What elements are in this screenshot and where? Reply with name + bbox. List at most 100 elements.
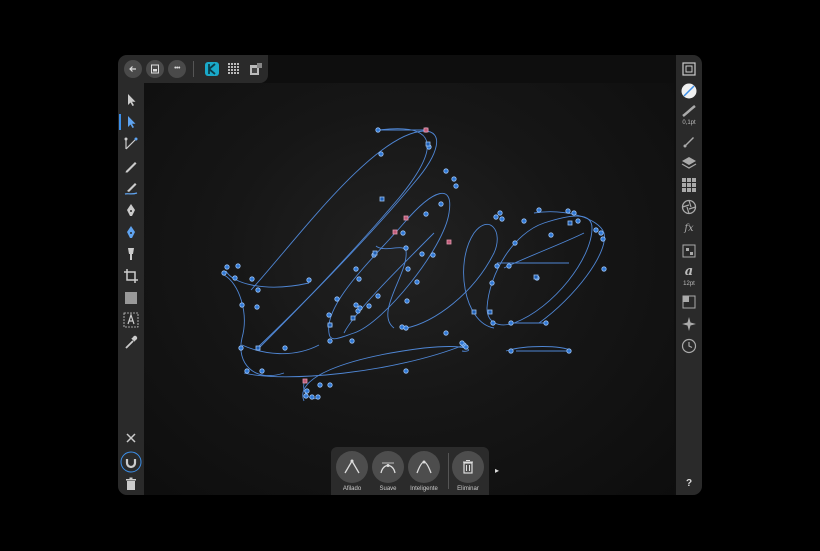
navigator-icon (682, 62, 696, 76)
context-more-arrow[interactable]: ▸ (495, 466, 499, 475)
vector-brush-tool-button[interactable] (122, 179, 140, 197)
compass-icon (682, 317, 696, 331)
rectangle-tool-icon (125, 292, 137, 304)
more-button[interactable]: ••• (168, 60, 186, 78)
crop-tool-icon (124, 269, 138, 283)
assets-button[interactable] (680, 176, 698, 194)
artistic-text-tool-button[interactable] (122, 311, 140, 329)
smart-node-icon (416, 460, 432, 474)
vector-artwork[interactable] (144, 83, 674, 495)
move-tool-button[interactable] (122, 91, 140, 109)
node-tool-button[interactable] (119, 113, 140, 131)
crop-tool-button[interactable] (122, 267, 140, 285)
context-toolbar: Afilado Suave Inteligente Eliminar (331, 447, 489, 495)
corner-tool-icon (124, 137, 138, 150)
document-icon (151, 64, 159, 74)
stroke-icon (682, 105, 696, 117)
path-o (328, 193, 451, 340)
back-arrow-icon (129, 66, 136, 72)
pixel-persona-icon (228, 63, 239, 74)
smooth-node-icon (380, 462, 396, 474)
navigator-button[interactable] (680, 60, 698, 78)
pixel-persona-button[interactable] (226, 61, 242, 77)
delete-node-label: Eliminar (457, 486, 479, 492)
color-picker-tool-icon (125, 335, 138, 349)
aperture-icon (681, 199, 697, 215)
brush-icon (683, 137, 694, 148)
transform-icon (682, 244, 696, 258)
transparency-tool-button[interactable] (122, 245, 140, 263)
smooth-node-circle (372, 451, 404, 483)
smart-node-button[interactable]: Inteligente (407, 451, 441, 492)
path-v2 (405, 223, 498, 329)
text-frame-button[interactable] (680, 293, 698, 311)
stroke-width-label: 0,1pt (682, 120, 696, 126)
app-window: ••• 0,1pt fx a 12pt ? Afilado Suave Inte… (118, 55, 702, 495)
close-icon (126, 433, 136, 443)
pen-tool-icon (127, 204, 135, 216)
delete-node-circle (452, 451, 484, 483)
smooth-node-button[interactable]: Suave (371, 451, 405, 492)
path-l-loop (250, 130, 438, 349)
history-button[interactable] (680, 337, 698, 355)
active-tool-indicator (119, 114, 121, 130)
path-e-bottom (505, 346, 572, 352)
font-size-label: 12pt (683, 281, 695, 287)
color-button[interactable] (680, 82, 698, 100)
rectangle-tool-button[interactable] (122, 289, 140, 307)
path-e (486, 215, 593, 326)
export-persona-icon (250, 63, 262, 75)
snapping-button[interactable] (120, 451, 142, 473)
transform-button[interactable] (680, 242, 698, 260)
context-divider (448, 453, 449, 489)
sharp-node-button[interactable]: Afilado (335, 451, 369, 492)
pencil-tool-icon (125, 162, 137, 173)
path-e-outer (533, 211, 605, 324)
toolbar-divider (193, 61, 194, 77)
move-tool-icon (128, 94, 136, 106)
pencil-tool-button[interactable] (122, 157, 140, 175)
pen-tool-button[interactable] (122, 201, 140, 219)
export-persona-button[interactable] (248, 61, 264, 77)
fill-tool-icon (127, 226, 135, 238)
path-l-stem (223, 274, 285, 377)
back-button[interactable] (124, 60, 142, 78)
path-l-cross (225, 270, 310, 288)
left-toolbar (118, 83, 144, 495)
layers-button[interactable] (680, 154, 698, 172)
path-swash (302, 346, 470, 402)
effects-button[interactable]: fx (680, 220, 698, 238)
text-style-button[interactable]: a (680, 263, 698, 281)
corner-tool-button[interactable] (122, 135, 140, 153)
help-button[interactable]: ? (680, 475, 698, 493)
text-frame-icon (682, 295, 696, 309)
appearance-button[interactable] (680, 198, 698, 216)
grid-icon (682, 178, 696, 192)
top-toolbar: ••• (118, 55, 268, 83)
fill-tool-button[interactable] (122, 223, 140, 241)
sharp-node-circle (336, 451, 368, 483)
canvas[interactable] (144, 83, 674, 495)
sharp-node-icon (344, 459, 360, 474)
document-button[interactable] (146, 60, 164, 78)
artistic-text-tool-icon (123, 312, 139, 328)
brushes-button[interactable] (680, 132, 698, 150)
path-l-loop-inner (258, 128, 428, 349)
path-l-base (241, 344, 320, 355)
trash-button[interactable] (122, 475, 140, 493)
trash-icon (463, 460, 473, 474)
right-studio-panel: 0,1pt fx a 12pt ? (676, 55, 702, 495)
history-clock-icon (681, 338, 697, 354)
smart-node-label: Inteligente (410, 486, 438, 492)
delete-node-button[interactable]: Eliminar (451, 451, 485, 492)
designer-persona-icon (205, 62, 219, 76)
close-button[interactable] (122, 429, 140, 447)
transparency-tool-icon (128, 248, 134, 260)
designer-persona-button[interactable] (204, 61, 220, 77)
trash-icon (126, 477, 136, 490)
vector-brush-tool-icon (124, 183, 138, 195)
node-tool-icon (128, 116, 136, 128)
snapping-panel-button[interactable] (680, 315, 698, 333)
smart-node-circle (408, 451, 440, 483)
color-picker-tool-button[interactable] (122, 333, 140, 351)
